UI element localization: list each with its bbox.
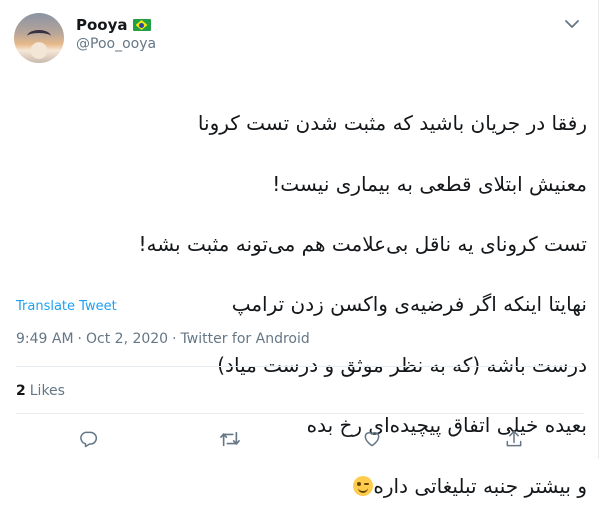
reply-icon xyxy=(80,431,98,448)
tweet-source[interactable]: Twitter for Android xyxy=(181,331,310,347)
tweet-meta: 9:49 AM · Oct 2, 2020 · Twitter for Andr… xyxy=(16,331,310,347)
retweet-button[interactable] xyxy=(217,426,243,452)
share-icon xyxy=(506,430,522,447)
likes-label: Likes xyxy=(29,383,65,399)
tweet-line-text: و بیشتر جنبه تبلیغاتی داره xyxy=(373,473,587,498)
share-button[interactable] xyxy=(501,426,527,452)
translate-tweet-link[interactable]: Translate Tweet xyxy=(16,299,117,314)
tweet-date[interactable]: Oct 2, 2020 xyxy=(86,331,168,347)
like-button[interactable] xyxy=(359,426,385,452)
display-name-text: Pooya xyxy=(76,16,128,34)
likes-count: 2 xyxy=(16,383,26,399)
author-handle[interactable]: @Poo_ooya xyxy=(76,36,156,52)
divider xyxy=(16,413,584,414)
action-bar xyxy=(16,426,584,452)
tweet-line: تست کرونای یه ناقل بی‌علامت هم می‌تونه م… xyxy=(138,231,587,256)
avatar[interactable] xyxy=(14,13,64,63)
likes-stat[interactable]: 2 Likes xyxy=(16,383,65,399)
author-display-name[interactable]: Pooya xyxy=(76,16,151,34)
winking-face-emoji-icon xyxy=(353,475,374,496)
tweet-card: Pooya @Poo_ooya رفقا در جریان باشید که م… xyxy=(0,0,599,498)
heart-icon xyxy=(364,432,380,447)
more-options-button[interactable] xyxy=(562,14,582,34)
meta-separator: · xyxy=(77,331,82,347)
brazil-flag-icon xyxy=(132,19,151,31)
avatar-bird-shape xyxy=(27,30,51,43)
tweet-line: رفقا در جریان باشید که مثبت شدن تست کرون… xyxy=(197,111,587,136)
reply-button[interactable] xyxy=(75,426,101,452)
tweet-line: معنیش ابتلای قطعی به بیماری نیست! xyxy=(272,171,587,196)
tweet-time[interactable]: 9:49 AM xyxy=(16,331,74,347)
retweet-icon xyxy=(220,431,240,447)
chevron-down-icon xyxy=(565,19,579,28)
wink-mouth-shape xyxy=(358,487,369,493)
divider xyxy=(16,366,584,367)
tweet-line-last: و بیشتر جنبه تبلیغاتی داره xyxy=(14,471,587,501)
meta-separator: · xyxy=(172,331,177,347)
tweet-line: درست باشه (که به نظر موثق و درست میاد) xyxy=(217,352,587,377)
